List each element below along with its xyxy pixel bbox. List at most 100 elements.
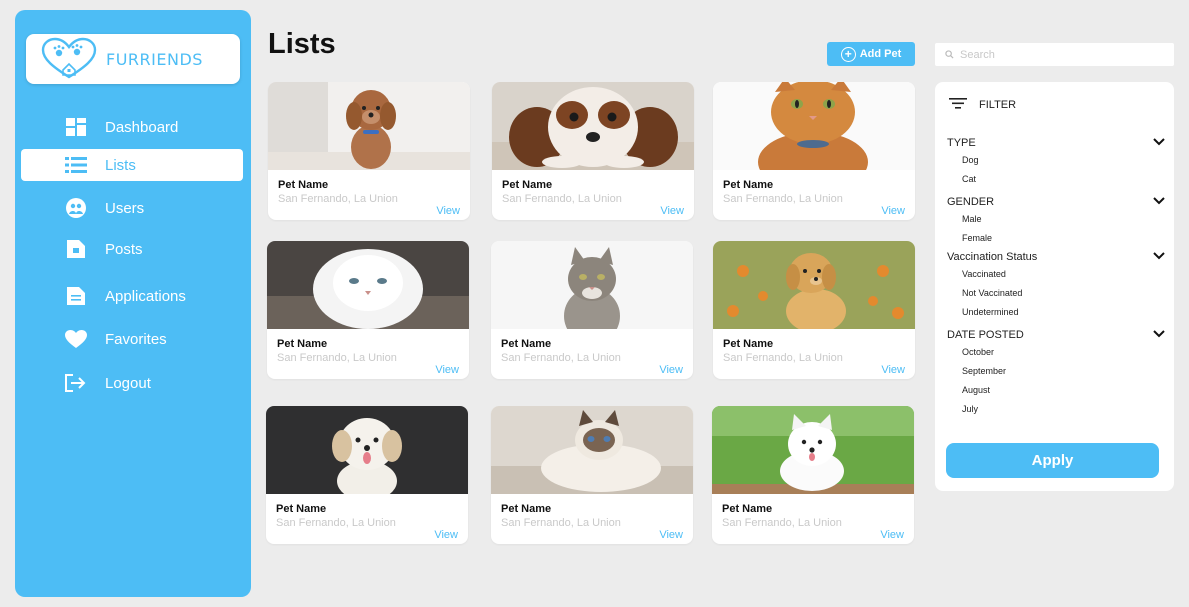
sidebar-item-label: Applications bbox=[105, 287, 186, 305]
pet-photo bbox=[267, 241, 469, 329]
pet-location: San Fernando, La Union bbox=[501, 517, 621, 529]
chevron-down-icon[interactable] bbox=[1153, 137, 1165, 149]
filter-group-title: Vaccination Status bbox=[947, 251, 1038, 263]
pet-card[interactable]: Pet Name San Fernando, La Union View bbox=[713, 241, 915, 379]
pet-name: Pet Name bbox=[501, 338, 552, 350]
search-icon bbox=[945, 46, 954, 64]
pet-card[interactable]: Pet Name San Fernando, La Union View bbox=[268, 82, 470, 220]
filter-group-header[interactable]: TYPE bbox=[947, 135, 1165, 151]
pet-card[interactable]: Pet Name San Fernando, La Union View bbox=[713, 82, 915, 220]
filter-icon bbox=[949, 98, 967, 112]
filter-option-male[interactable]: Male bbox=[947, 210, 1165, 229]
sidebar-item-dashboard[interactable]: Dashboard bbox=[21, 111, 243, 143]
search-input[interactable] bbox=[960, 48, 1160, 61]
view-link[interactable]: View bbox=[660, 205, 684, 217]
filter-option-august[interactable]: August bbox=[947, 381, 1165, 400]
view-link[interactable]: View bbox=[659, 529, 683, 541]
pet-name: Pet Name bbox=[722, 503, 773, 515]
view-link[interactable]: View bbox=[435, 364, 459, 376]
pet-name: Pet Name bbox=[501, 503, 552, 515]
sidebar: FURRIENDS Dashboard Lists Users Posts Ap… bbox=[15, 10, 251, 597]
filter-group-header[interactable]: Vaccination Status bbox=[947, 249, 1165, 265]
filter-option-not-vaccinated[interactable]: Not Vaccinated bbox=[947, 284, 1165, 303]
pet-name: Pet Name bbox=[276, 503, 327, 515]
chevron-down-icon[interactable] bbox=[1153, 251, 1165, 263]
filter-group-date-posted: DATE POSTED October September August Jul… bbox=[947, 327, 1165, 419]
pet-photo bbox=[712, 406, 914, 494]
filter-panel: FILTER TYPE Dog Cat GENDER Male Female V… bbox=[935, 82, 1174, 491]
pet-name: Pet Name bbox=[502, 179, 553, 191]
pet-location: San Fernando, La Union bbox=[276, 517, 396, 529]
filter-option-vaccinated[interactable]: Vaccinated bbox=[947, 265, 1165, 284]
filter-option-october[interactable]: October bbox=[947, 343, 1165, 362]
search-bar[interactable] bbox=[935, 43, 1174, 66]
sidebar-item-applications[interactable]: Applications bbox=[21, 280, 243, 312]
filter-option-female[interactable]: Female bbox=[947, 229, 1165, 248]
brand-name: FURRIENDS bbox=[106, 49, 203, 69]
filter-group-title: TYPE bbox=[947, 137, 976, 149]
pet-card[interactable]: Pet Name San Fernando, La Union View bbox=[266, 406, 468, 544]
pet-card[interactable]: Pet Name San Fernando, La Union View bbox=[712, 406, 914, 544]
sidebar-item-favorites[interactable]: Favorites bbox=[21, 323, 243, 355]
sidebar-item-label: Lists bbox=[105, 156, 136, 174]
view-link[interactable]: View bbox=[880, 529, 904, 541]
view-link[interactable]: View bbox=[881, 205, 905, 217]
page-title: Lists bbox=[268, 28, 336, 60]
filter-group-title: DATE POSTED bbox=[947, 329, 1024, 341]
view-link[interactable]: View bbox=[436, 205, 460, 217]
pet-photo bbox=[492, 82, 694, 170]
filter-group-header[interactable]: GENDER bbox=[947, 194, 1165, 210]
filter-group-vaccination: Vaccination Status Vaccinated Not Vaccin… bbox=[947, 249, 1165, 322]
filter-group-type: TYPE Dog Cat bbox=[947, 135, 1165, 189]
apply-button[interactable]: Apply bbox=[946, 443, 1159, 478]
filter-group-title: GENDER bbox=[947, 196, 995, 208]
sidebar-item-users[interactable]: Users bbox=[21, 192, 243, 224]
filter-option-september[interactable]: September bbox=[947, 362, 1165, 381]
view-link[interactable]: View bbox=[659, 364, 683, 376]
dashboard-icon bbox=[65, 116, 87, 138]
list-icon bbox=[65, 154, 87, 176]
view-link[interactable]: View bbox=[434, 529, 458, 541]
filter-option-undetermined[interactable]: Undetermined bbox=[947, 303, 1165, 322]
filter-group-header[interactable]: DATE POSTED bbox=[947, 327, 1165, 343]
sidebar-item-label: Favorites bbox=[105, 330, 167, 348]
pet-location: San Fernando, La Union bbox=[278, 193, 398, 205]
pet-name: Pet Name bbox=[277, 338, 328, 350]
view-link[interactable]: View bbox=[881, 364, 905, 376]
sidebar-item-logout[interactable]: Logout bbox=[21, 367, 243, 399]
pet-location: San Fernando, La Union bbox=[723, 193, 843, 205]
pet-card[interactable]: Pet Name San Fernando, La Union View bbox=[267, 241, 469, 379]
pet-card[interactable]: Pet Name San Fernando, La Union View bbox=[491, 241, 693, 379]
filter-option-july[interactable]: July bbox=[947, 400, 1165, 419]
sidebar-item-posts[interactable]: Posts bbox=[21, 233, 243, 265]
heart-paw-logo-icon bbox=[38, 37, 100, 81]
pet-location: San Fernando, La Union bbox=[502, 193, 622, 205]
logo[interactable]: FURRIENDS bbox=[26, 34, 240, 84]
users-icon bbox=[65, 197, 87, 219]
pet-photo bbox=[268, 82, 470, 170]
chevron-down-icon[interactable] bbox=[1153, 329, 1165, 341]
applications-icon bbox=[65, 285, 87, 307]
filter-option-dog[interactable]: Dog bbox=[947, 151, 1165, 170]
filter-header: FILTER bbox=[949, 98, 1016, 112]
pet-location: San Fernando, La Union bbox=[722, 517, 842, 529]
pet-location: San Fernando, La Union bbox=[723, 352, 843, 364]
pet-location: San Fernando, La Union bbox=[277, 352, 397, 364]
filter-option-cat[interactable]: Cat bbox=[947, 170, 1165, 189]
pet-card[interactable]: Pet Name San Fernando, La Union View bbox=[492, 82, 694, 220]
pet-photo bbox=[491, 241, 693, 344]
posts-icon bbox=[65, 238, 87, 260]
plus-circle-icon: + bbox=[840, 46, 856, 62]
pet-photo bbox=[713, 241, 915, 333]
sidebar-item-lists[interactable]: Lists bbox=[21, 149, 243, 181]
pet-location: San Fernando, La Union bbox=[501, 352, 621, 364]
add-pet-button[interactable]: + Add Pet bbox=[827, 42, 915, 66]
pet-photo bbox=[713, 82, 915, 192]
chevron-down-icon[interactable] bbox=[1153, 196, 1165, 208]
heart-icon bbox=[65, 328, 87, 350]
logout-icon bbox=[65, 372, 87, 394]
sidebar-item-label: Logout bbox=[105, 374, 151, 392]
pet-name: Pet Name bbox=[723, 179, 774, 191]
sidebar-item-label: Dashboard bbox=[105, 118, 179, 136]
pet-card[interactable]: Pet Name San Fernando, La Union View bbox=[491, 406, 693, 544]
